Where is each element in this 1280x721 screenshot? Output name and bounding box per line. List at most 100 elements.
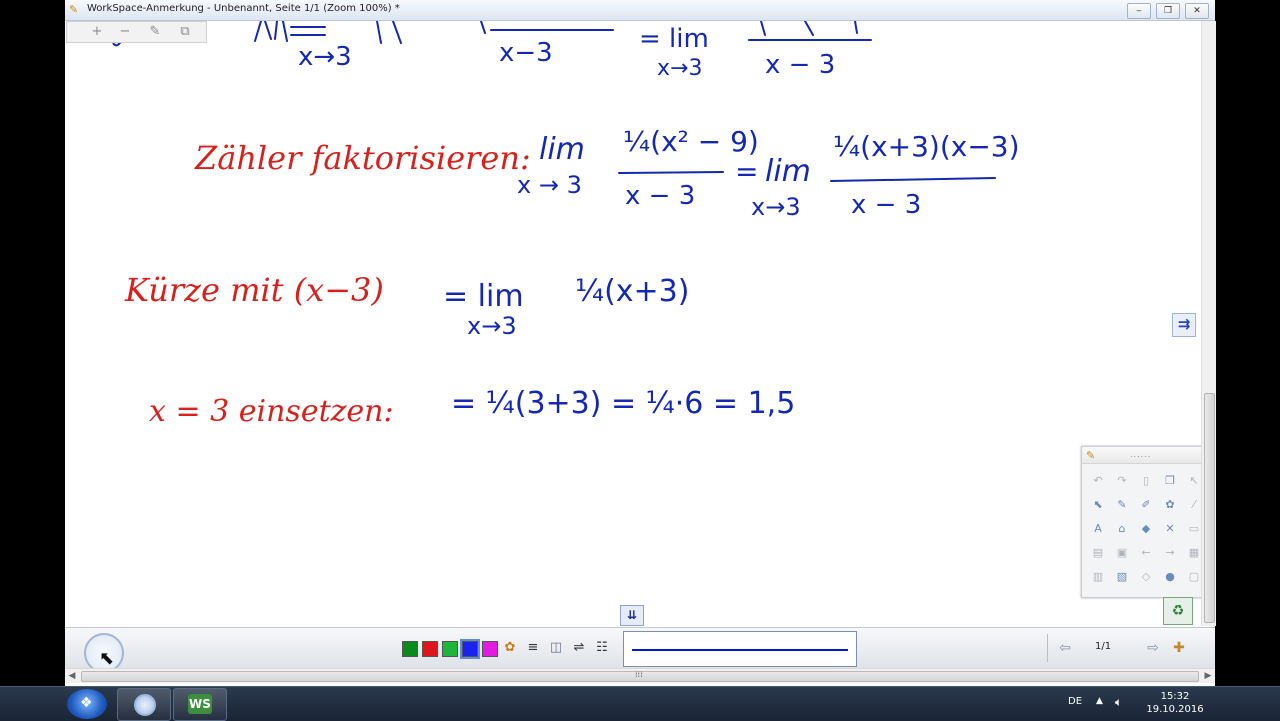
workspace-window: ✎ WorkSpace-Anmerkung - Unbenannt, Seite… bbox=[65, 0, 1216, 686]
brush-icon[interactable]: ✿ bbox=[1158, 493, 1182, 517]
clock[interactable]: 15:32 19.10.2016 bbox=[1145, 690, 1205, 716]
workspace-icon: ✎ bbox=[1086, 449, 1096, 462]
language-indicator[interactable]: DE bbox=[1068, 696, 1082, 707]
step1-lim-sub-2: x→3 bbox=[751, 193, 801, 221]
step2-expr: ¼(x+3) bbox=[575, 274, 689, 309]
title-bar[interactable]: ✎ WorkSpace-Anmerkung - Unbenannt, Seite… bbox=[65, 0, 1215, 21]
windows-icon[interactable]: ⧉ bbox=[175, 24, 195, 40]
record-icon[interactable]: ● bbox=[1158, 565, 1182, 589]
color-swatch-blue[interactable] bbox=[460, 639, 480, 659]
step1-frac-num-2: ¼(x+3)(x−3) bbox=[833, 130, 1020, 163]
partial-equals bbox=[290, 26, 326, 36]
step1-lim-word-2: lim bbox=[765, 154, 811, 189]
add-page-icon[interactable]: ✚ bbox=[1169, 638, 1189, 658]
clock-date: 19.10.2016 bbox=[1146, 704, 1204, 715]
clipboard-icon[interactable]: ▣ bbox=[1110, 541, 1134, 565]
handwriting-layer: x→3 x−3 = lim x→3 x − 3 Zähler faktorisi… bbox=[111, 20, 1020, 429]
undo-icon[interactable]: ↶ bbox=[1086, 469, 1110, 493]
workspace-app-icon: WS bbox=[188, 694, 212, 714]
label-substitute: x = 3 einsetzen: bbox=[149, 394, 394, 429]
edit-icon[interactable]: ✎ bbox=[145, 24, 165, 40]
color-swatch-dark-green[interactable] bbox=[402, 641, 418, 657]
color-swatch-magenta[interactable] bbox=[482, 641, 498, 657]
horizontal-scrollbar[interactable]: ◀ ⁞⁞⁞ ▶ bbox=[65, 668, 1215, 683]
next-page-icon[interactable]: ⇨ bbox=[1143, 638, 1163, 658]
clock-time: 15:32 bbox=[1160, 691, 1190, 702]
step1-frac-num: ¼(x² − 9) bbox=[623, 125, 759, 158]
tray-expand-icon[interactable]: ▲ bbox=[1096, 696, 1103, 706]
pen-preview-line bbox=[632, 649, 848, 651]
scroll-grip: ⁞⁞⁞ bbox=[635, 670, 643, 679]
taskbar-media-player[interactable] bbox=[117, 688, 171, 721]
taskbar: ❖ WS DE ▲ 🔈︎ 15:32 19.10.2016 bbox=[0, 686, 1280, 721]
line-style-icon[interactable]: ⇌ bbox=[570, 639, 588, 657]
top-denominator-2: x − 3 bbox=[765, 50, 835, 80]
text-icon[interactable]: A bbox=[1086, 517, 1110, 541]
previous-page-icon[interactable]: ⇦ bbox=[1055, 638, 1075, 658]
restore-button[interactable]: ❐ bbox=[1156, 3, 1180, 19]
redo-icon[interactable]: ↷ bbox=[1110, 469, 1134, 493]
close-button[interactable]: ✕ bbox=[1185, 3, 1209, 19]
save-icon[interactable]: ▥ bbox=[1086, 565, 1110, 589]
window-title: WorkSpace-Anmerkung - Unbenannt, Seite 1… bbox=[87, 3, 400, 14]
scroll-right-icon[interactable]: ▶ bbox=[1201, 669, 1215, 683]
step3-expr: = ¼(3+3) = ¼·6 = 1,5 bbox=[451, 386, 795, 421]
top-lim-sub-2: x→3 bbox=[657, 56, 702, 81]
step1-equals: = bbox=[735, 155, 758, 188]
top-equals-lim: = lim bbox=[639, 24, 709, 54]
step2-lim-sub: x→3 bbox=[467, 312, 517, 340]
desktop-right-strip bbox=[1215, 0, 1280, 686]
floating-panel-tools: ↶ ↷ ▯ ❐ ↖ ⬉ ✎ ✐ ✿ ⁄ A ⌂ ◆ ✕ ▭ ▤ ▣ ← → ▦ … bbox=[1086, 469, 1206, 589]
drag-grip[interactable]: ...... bbox=[1130, 450, 1151, 459]
step2-equals-lim: = lim bbox=[443, 279, 524, 314]
top-lim-sub-1: x→3 bbox=[298, 42, 352, 72]
mouse-icon[interactable]: ▯ bbox=[1134, 469, 1158, 493]
step-substitute: x = 3 einsetzen: = ¼(3+3) = ¼·6 = 1,5 bbox=[149, 386, 795, 429]
floating-panel-header[interactable]: ✎ ...... bbox=[1082, 447, 1208, 464]
annotation-canvas[interactable]: x→3 x−3 = lim x→3 x − 3 Zähler faktorisi… bbox=[65, 20, 1201, 626]
copy-icon[interactable]: ❐ bbox=[1158, 469, 1182, 493]
mouse-cursor-icon: ⬉ bbox=[99, 648, 115, 669]
arrow-right-icon[interactable]: → bbox=[1158, 541, 1182, 565]
palette-icon[interactable]: ✿ bbox=[501, 639, 519, 657]
minimize-button[interactable]: ‒ bbox=[1127, 3, 1151, 19]
color-swatch-green[interactable] bbox=[442, 641, 458, 657]
transparency-icon[interactable]: ◫ bbox=[547, 639, 565, 657]
select-icon[interactable]: ⬉ bbox=[1086, 493, 1110, 517]
color-swatch-red[interactable] bbox=[422, 641, 438, 657]
scroll-left-icon[interactable]: ◀ bbox=[65, 669, 79, 683]
step1-fraction-line bbox=[618, 171, 724, 174]
eraser-icon[interactable]: ✕ bbox=[1158, 517, 1182, 541]
double-arrow-right-icon[interactable]: ⇉ bbox=[1172, 313, 1196, 337]
image-icon[interactable]: ▧ bbox=[1110, 565, 1134, 589]
highlighter-icon[interactable]: ✐ bbox=[1134, 493, 1158, 517]
bottom-toolbar: ⬉ ✿ ≡ ◫ ⇌ ☷ ⇦ 1/1 ⇨ ✚ bbox=[65, 627, 1215, 673]
line-width-icon[interactable]: ≡ bbox=[524, 639, 542, 657]
vertical-scroll-thumb[interactable] bbox=[1204, 393, 1215, 623]
horizontal-scroll-thumb[interactable]: ⁞⁞⁞ bbox=[81, 670, 1199, 682]
partial-lim-letters bbox=[376, 20, 402, 44]
zoom-toolbar: + − ✎ ⧉ bbox=[66, 21, 207, 43]
step1-lim-word: lim bbox=[539, 132, 585, 167]
double-arrow-down-icon[interactable]: ⇊ bbox=[620, 605, 644, 626]
windows-logo-icon: ❖ bbox=[80, 695, 93, 711]
note-icon[interactable]: ▤ bbox=[1086, 541, 1110, 565]
volume-icon[interactable]: 🔈︎ bbox=[1115, 695, 1122, 710]
floating-tool-panel: ✎ ...... ↶ ↷ ▯ ❐ ↖ ⬉ ✎ ✐ ✿ ⁄ A ⌂ ◆ ✕ ▭ ▤… bbox=[1081, 446, 1209, 598]
toolbar-separator bbox=[1047, 634, 1048, 662]
vertical-scrollbar[interactable] bbox=[1201, 21, 1216, 626]
tag-icon[interactable]: ◇ bbox=[1134, 565, 1158, 589]
start-button[interactable]: ❖ bbox=[67, 689, 107, 719]
shape-icon[interactable]: ⌂ bbox=[1110, 517, 1134, 541]
pen-preview[interactable] bbox=[623, 631, 857, 667]
desktop-left-strip bbox=[0, 0, 65, 686]
taskbar-workspace[interactable]: WS bbox=[173, 688, 227, 721]
pen-icon[interactable]: ✎ bbox=[1110, 493, 1134, 517]
fill-icon[interactable]: ◆ bbox=[1134, 517, 1158, 541]
recycle-icon[interactable]: ♻ bbox=[1163, 597, 1193, 625]
zoom-out-icon[interactable]: − bbox=[115, 24, 135, 40]
arrow-left-icon[interactable]: ← bbox=[1134, 541, 1158, 565]
label-factorize: Zähler faktorisieren: bbox=[194, 139, 531, 177]
zoom-in-icon[interactable]: + bbox=[87, 24, 107, 40]
dash-style-icon[interactable]: ☷ bbox=[593, 639, 611, 657]
